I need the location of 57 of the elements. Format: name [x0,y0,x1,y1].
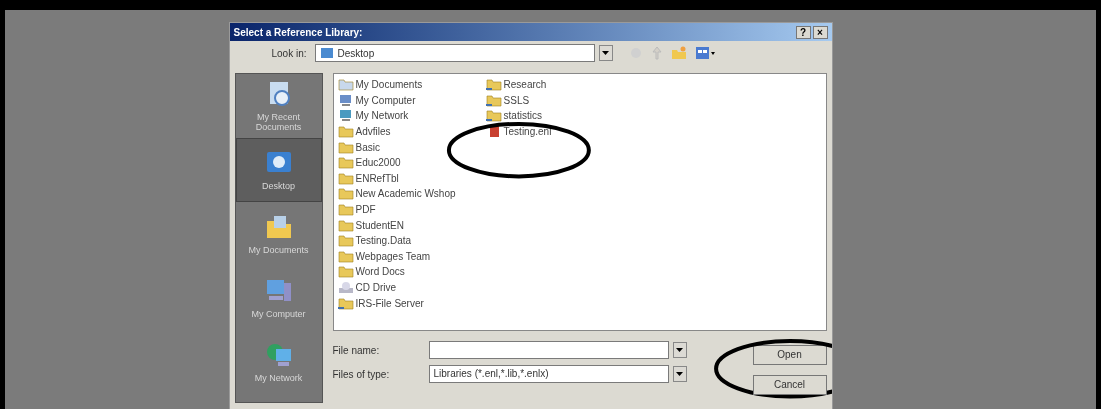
caret-icon [676,348,683,352]
folder-icon [337,171,354,185]
folder-icon [337,203,354,217]
file-item[interactable]: Word Docs [337,264,405,280]
file-item[interactable]: Testing.Data [337,232,412,249]
file-item[interactable]: Testing.enl [485,123,552,140]
help-button[interactable]: ? [795,25,811,39]
look-in-dropdown[interactable]: Desktop [314,44,595,62]
folder-icon [337,78,354,92]
folder-icon [485,109,502,123]
file-item[interactable]: My Documents [337,77,423,93]
desktop-icon [319,47,334,59]
folder-icon [337,218,354,232]
look-in-label: Look in: [271,46,307,61]
disc-drive-icon [337,281,354,294]
file-item[interactable]: StudentEN [337,217,404,233]
open-button[interactable]: Open [752,344,827,365]
folder-icon [337,296,354,310]
cancel-button[interactable]: Cancel [752,374,827,395]
file-type-dropdown[interactable]: Libraries (*.enl,*.lib,*.enlx) [428,365,669,383]
folder-icon [485,93,502,107]
folder-icon [337,265,354,279]
file-item[interactable]: statistics [485,108,542,124]
network-icon [337,109,354,123]
folder-icon [337,125,354,139]
file-item[interactable]: Research [485,77,547,93]
file-item[interactable]: New Academic Wshop [337,186,456,202]
file-item[interactable]: Webpages Team [337,248,431,265]
folder-icon [337,140,354,154]
places-item[interactable]: Desktop [235,138,322,202]
file-item[interactable]: SSLS [485,92,530,109]
dropdown-button[interactable] [672,342,687,358]
window-title: Select a Reference Library: [233,25,363,40]
folder-icon [485,78,502,92]
computer-icon [337,93,354,107]
views-menu-icon[interactable] [694,46,715,60]
file-item[interactable]: PDF [337,201,376,218]
file-item[interactable]: ENRefTbl [337,170,399,187]
folder-icon [337,234,354,248]
file-item[interactable]: My Computer [337,92,416,109]
caret-icon [602,51,610,55]
folder-icon [337,156,354,170]
file-name-label: File name: [332,343,381,358]
dropdown-button[interactable] [672,366,687,382]
file-item[interactable]: Educ2000 [337,154,401,171]
file-item[interactable]: CD Drive [337,279,397,296]
caret-icon [676,372,683,376]
folder-icon [337,249,354,263]
file-item[interactable]: IRS-File Server [337,295,424,311]
file-item[interactable]: My Network [337,108,409,124]
file-type-label: Files of type: [332,367,391,382]
file-item[interactable]: Advfiles [337,123,391,140]
file-item[interactable]: Basic [337,139,380,155]
folder-icon [337,187,354,201]
file-name-field[interactable] [428,341,669,359]
close-button[interactable]: × [812,25,828,39]
dropdown-button[interactable] [598,45,613,61]
